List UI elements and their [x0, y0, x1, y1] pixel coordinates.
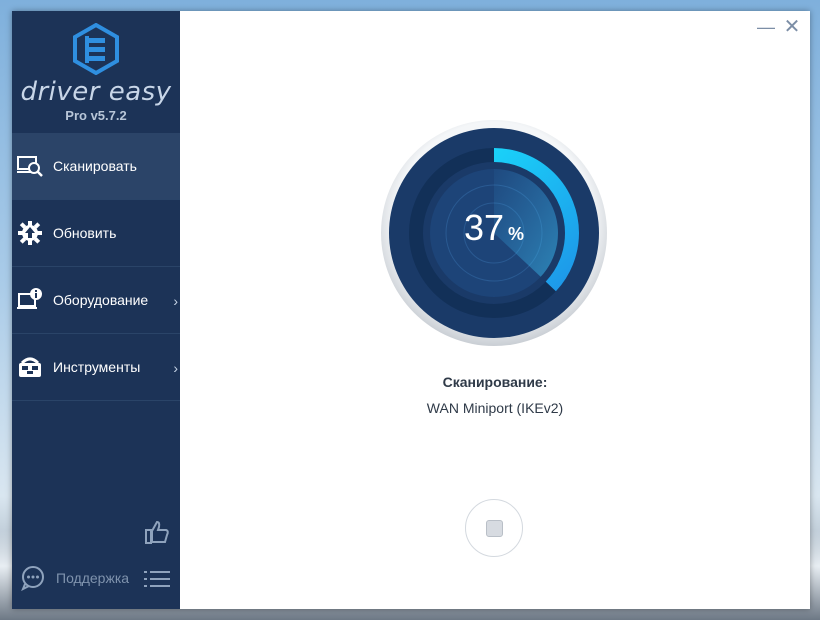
progress-readout: 37% — [380, 207, 608, 249]
hardware-info-icon — [17, 287, 43, 313]
menu-icon[interactable] — [144, 569, 170, 594]
sidebar-item-hardware[interactable]: Оборудование › — [12, 267, 180, 334]
window-titlebar: — ✕ — [730, 11, 810, 41]
app-name: driver easy — [20, 77, 172, 107]
stop-icon — [486, 520, 503, 537]
sidebar-item-label: Сканировать — [53, 158, 137, 174]
thumbs-up-icon[interactable] — [144, 519, 170, 550]
sidebar-item-tools[interactable]: Инструменты › — [12, 334, 180, 401]
sidebar-footer: Поддержка — [12, 519, 180, 609]
sidebar-nav: Сканировать Обновить Оборудование › Инст… — [12, 133, 180, 401]
scan-progress-gauge: 37% — [380, 119, 608, 347]
support-button[interactable]: Поддержка — [20, 565, 129, 591]
sidebar-item-scan[interactable]: Сканировать — [12, 133, 180, 200]
scan-icon — [17, 153, 43, 179]
tools-icon — [17, 354, 43, 380]
update-icon — [17, 220, 43, 246]
minimize-button[interactable]: — — [754, 15, 778, 39]
driver-easy-logo-icon — [73, 23, 119, 75]
sidebar-item-update[interactable]: Обновить — [12, 200, 180, 267]
chevron-right-icon: › — [173, 293, 178, 309]
progress-value: 37 — [463, 207, 505, 248]
scan-current-item: WAN Miniport (IKEv2) — [426, 400, 564, 416]
app-version: Pro v5.7.2 — [65, 108, 127, 123]
stop-scan-button[interactable] — [465, 499, 523, 557]
progress-unit: % — [508, 224, 525, 244]
close-button[interactable]: ✕ — [780, 15, 804, 39]
sidebar: driver easy Pro v5.7.2 Сканировать Обнов… — [12, 11, 180, 609]
support-label: Поддержка — [56, 570, 130, 586]
sidebar-item-label: Инструменты — [53, 359, 141, 375]
app-window: driver easy Pro v5.7.2 Сканировать Обнов… — [12, 11, 810, 609]
sidebar-item-label: Обновить — [53, 225, 117, 241]
chat-icon — [21, 566, 44, 591]
chevron-right-icon: › — [173, 360, 178, 376]
scan-status-label: Сканирование: — [442, 374, 548, 390]
app-logo: driver easy Pro v5.7.2 — [12, 23, 180, 133]
sidebar-item-label: Оборудование — [53, 292, 149, 308]
